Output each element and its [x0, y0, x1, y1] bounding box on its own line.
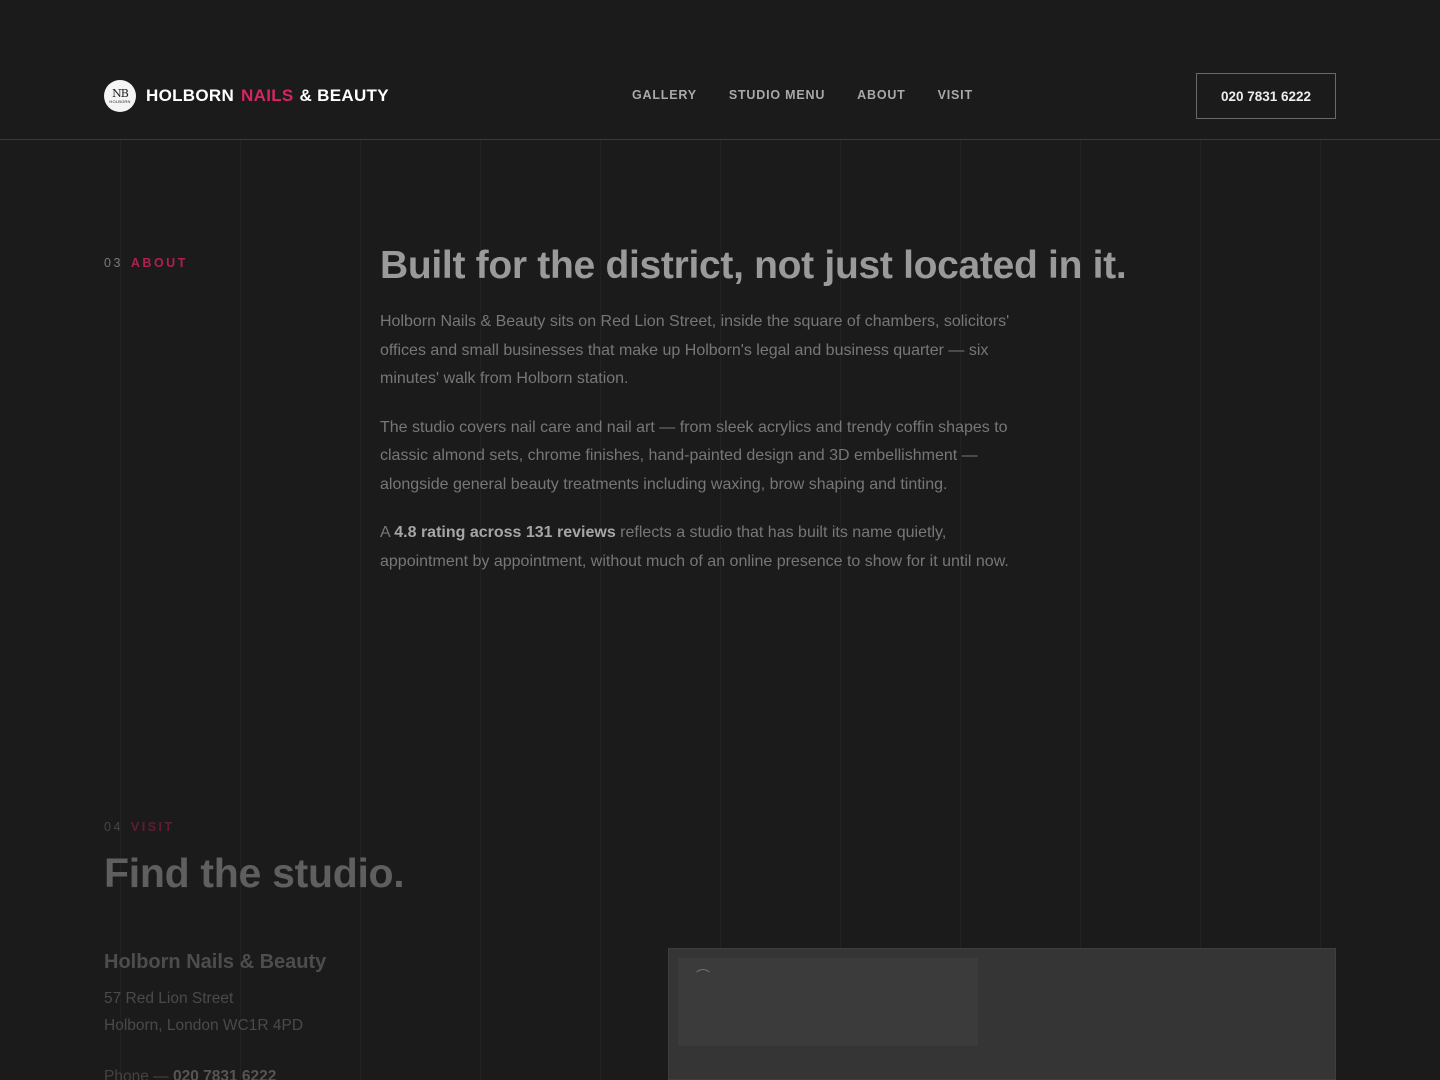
nav-about[interactable]: ABOUT: [857, 88, 905, 102]
section-number: 03: [104, 256, 123, 270]
section-label: ABOUT: [130, 256, 188, 270]
brand-accent: NAILS: [241, 86, 294, 105]
about-paragraph-rating: A 4.8 rating across 131 reviews reflects…: [380, 524, 1009, 570]
studio-name: Holborn Nails & Beauty: [104, 951, 327, 973]
phone-button[interactable]: 020 7831 6222: [1196, 73, 1336, 119]
phone-label: Phone —: [104, 1068, 169, 1080]
rating-highlight: 4.8 rating across 131 reviews: [394, 524, 616, 541]
main-nav: GALLERY STUDIO MENU ABOUT VISIT: [632, 88, 973, 102]
page: NB HOLBORN HOLBORN NAILS & BEAUTY GALLERY …: [0, 0, 1440, 1080]
brand-first: HOLBORN: [146, 86, 235, 105]
brand-rest: & BEAUTY: [299, 86, 389, 105]
visit-heading: Find the studio.: [104, 850, 405, 896]
section-number: 04: [104, 820, 123, 834]
about-body: Holborn Nails & Beauty sits on Red Lion …: [380, 308, 1010, 596]
site-header: NB HOLBORN HOLBORN NAILS & BEAUTY GALLERY …: [0, 0, 1440, 140]
nav-gallery[interactable]: GALLERY: [632, 88, 697, 102]
phone-line: Phone — 020 7831 6222: [104, 1068, 276, 1080]
nav-visit[interactable]: VISIT: [938, 88, 973, 102]
address-line-2: Holborn, London WC1R 4PD: [104, 1017, 304, 1034]
address-line-1: 57 Red Lion Street: [104, 990, 234, 1007]
about-paragraph: Holborn Nails & Beauty sits on Red Lion …: [380, 313, 1010, 387]
about-paragraph: The studio covers nail care and nail art…: [380, 418, 1008, 493]
phone-link[interactable]: 020 7831 6222: [173, 1068, 276, 1080]
map-marker-icon: ⌒: [696, 968, 710, 984]
logo-link[interactable]: NB HOLBORN HOLBORN NAILS & BEAUTY: [104, 80, 389, 112]
map-embed[interactable]: ⌒: [668, 948, 1336, 1080]
map-info-card: ⌒: [678, 958, 978, 1046]
brand-name: HOLBORN NAILS & BEAUTY: [146, 86, 389, 106]
visit-eyebrow: 04 VISIT: [104, 820, 175, 834]
section-label: VISIT: [130, 820, 175, 834]
nav-studio-menu[interactable]: STUDIO MENU: [729, 88, 825, 102]
about-eyebrow: 03 ABOUT: [104, 256, 188, 270]
logo-icon: NB HOLBORN: [104, 80, 136, 112]
about-heading: Built for the district, not just located…: [380, 244, 1127, 287]
